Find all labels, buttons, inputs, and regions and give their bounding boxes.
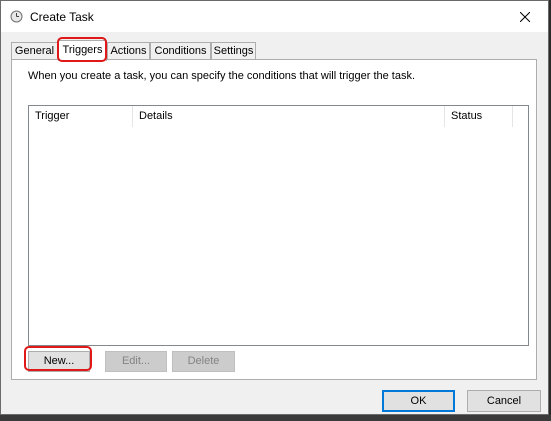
window-title: Create Task bbox=[30, 10, 94, 24]
tab-general[interactable]: General bbox=[11, 42, 58, 60]
column-header-status[interactable]: Status bbox=[445, 106, 513, 127]
triggers-description: When you create a task, you can specify … bbox=[28, 70, 416, 82]
close-button[interactable] bbox=[502, 1, 548, 32]
tab-settings[interactable]: Settings bbox=[211, 42, 256, 60]
tab-triggers[interactable]: Triggers bbox=[58, 40, 107, 61]
tab-actions[interactable]: Actions bbox=[107, 42, 150, 60]
cancel-button[interactable]: Cancel bbox=[467, 390, 541, 412]
edit-trigger-button[interactable]: Edit... bbox=[105, 351, 167, 372]
ok-button[interactable]: OK bbox=[382, 390, 455, 412]
close-icon bbox=[520, 11, 530, 22]
column-header-details[interactable]: Details bbox=[133, 106, 445, 127]
task-scheduler-icon bbox=[10, 10, 23, 23]
title-bar[interactable]: Create Task bbox=[1, 1, 548, 32]
column-header-trigger[interactable]: Trigger bbox=[29, 106, 133, 127]
create-task-dialog: Create Task General Triggers Actions Con… bbox=[0, 0, 549, 415]
list-header: Trigger Details Status bbox=[29, 106, 528, 127]
new-trigger-button[interactable]: New... bbox=[28, 351, 90, 372]
background-strip bbox=[0, 415, 551, 421]
triggers-panel: When you create a task, you can specify … bbox=[11, 59, 537, 380]
tab-conditions[interactable]: Conditions bbox=[150, 42, 211, 60]
triggers-list[interactable]: Trigger Details Status bbox=[28, 105, 529, 346]
delete-trigger-button[interactable]: Delete bbox=[172, 351, 235, 372]
